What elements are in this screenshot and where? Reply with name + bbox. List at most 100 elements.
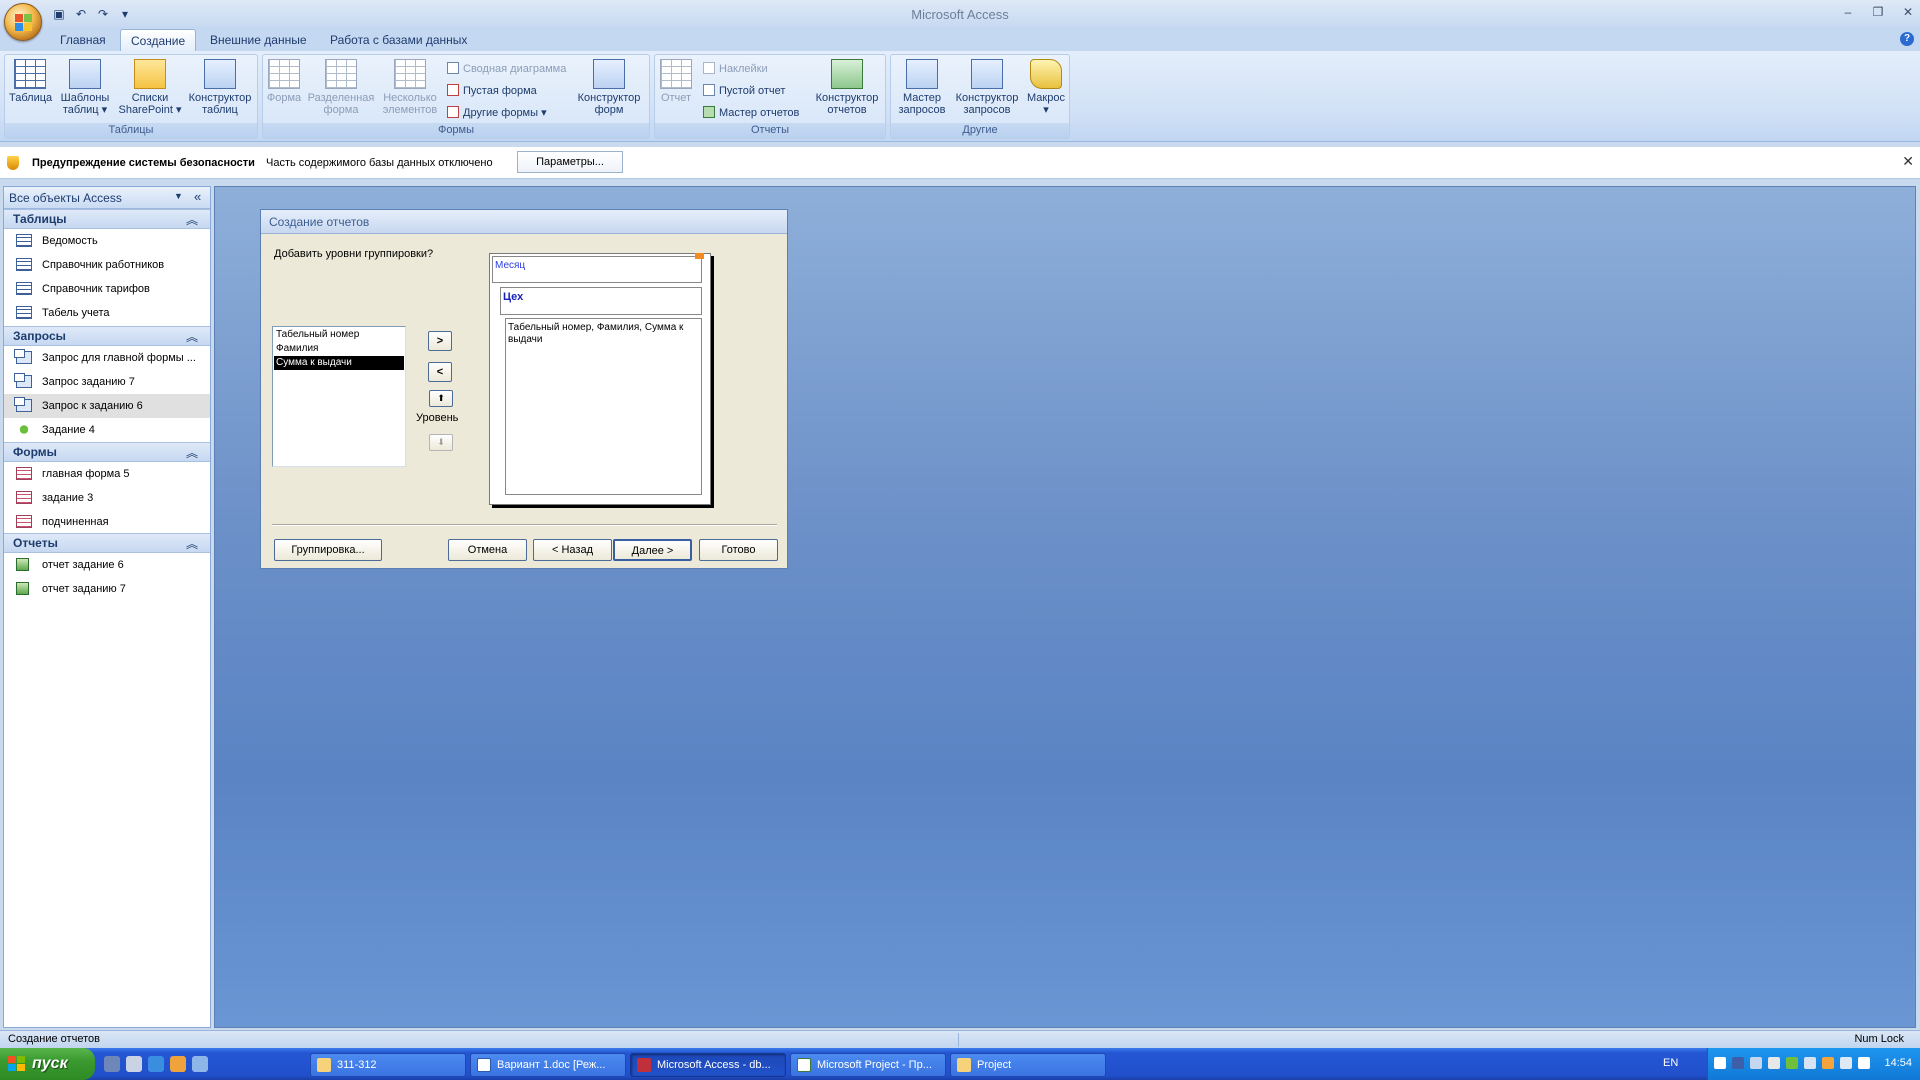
- list-item[interactable]: Табельный номер: [274, 328, 404, 342]
- priority-down-button[interactable]: ⬇: [429, 434, 453, 451]
- fields-listbox[interactable]: Табельный номер Фамилия Сумма к выдачи: [272, 326, 406, 467]
- labels-button[interactable]: Наклейки: [703, 61, 768, 77]
- multiple-items-button[interactable]: Несколько элементов: [379, 59, 441, 116]
- tab-home[interactable]: Главная: [50, 29, 116, 51]
- office-logo-icon: [15, 14, 33, 32]
- list-item-selected[interactable]: Сумма к выдачи: [274, 356, 404, 370]
- add-level-button[interactable]: >: [428, 331, 452, 351]
- volume-icon[interactable]: [1840, 1057, 1852, 1069]
- nav-item-selected[interactable]: Запрос к заданию 6: [4, 394, 210, 418]
- close-icon[interactable]: ✕: [1902, 153, 1914, 170]
- system-tray: 14:54: [1707, 1048, 1920, 1080]
- form-icon: [16, 515, 32, 528]
- tray-app-icon[interactable]: [1822, 1057, 1834, 1069]
- taskbar-task-active[interactable]: Microsoft Access - db...: [630, 1053, 786, 1077]
- nav-item[interactable]: Запрос заданию 7: [4, 370, 210, 394]
- nav-category-forms[interactable]: Формы ︽: [4, 442, 210, 462]
- taskbar-task[interactable]: Вариант 1.doc [Реж...: [470, 1053, 626, 1077]
- tray-app-icon[interactable]: [1858, 1057, 1870, 1069]
- dropdown-arrow-icon[interactable]: ▼: [174, 191, 183, 201]
- grouping-options-button[interactable]: Группировка...: [274, 539, 382, 561]
- nav-item[interactable]: отчет задание 6: [4, 553, 210, 577]
- blank-report-button[interactable]: Пустой отчет: [703, 83, 785, 99]
- more-forms-button[interactable]: Другие формы ▾: [447, 105, 547, 121]
- minimize-icon[interactable]: –: [1840, 4, 1856, 20]
- nav-category-queries[interactable]: Запросы ︽: [4, 326, 210, 346]
- sharepoint-lists-button[interactable]: Списки SharePoint ▾: [117, 59, 183, 116]
- taskbar-task[interactable]: 311-312: [310, 1053, 466, 1077]
- nav-item[interactable]: главная форма 5: [4, 462, 210, 486]
- taskbar: пуск 311-312 Вариант 1.doc [Реж... Micro…: [0, 1048, 1920, 1080]
- tray-app-icon[interactable]: [1786, 1057, 1798, 1069]
- start-button[interactable]: пуск: [0, 1048, 95, 1080]
- blank-form-button[interactable]: Пустая форма: [447, 83, 537, 99]
- table-button[interactable]: Таблица: [9, 59, 52, 104]
- nav-category-tables[interactable]: Таблицы ︽: [4, 209, 210, 229]
- preview-group-level-2: Цех: [500, 287, 702, 315]
- btn-label: Списки: [131, 92, 169, 104]
- report-button[interactable]: Отчет: [659, 59, 693, 104]
- remove-level-button[interactable]: <: [428, 362, 452, 382]
- start-label: пуск: [32, 1055, 68, 1072]
- nav-item[interactable]: Задание 4: [4, 418, 210, 442]
- tray-app-icon[interactable]: [1714, 1057, 1726, 1069]
- priority-up-button[interactable]: ⬆: [429, 390, 453, 407]
- form-button[interactable]: Форма: [265, 59, 303, 104]
- nav-item[interactable]: Ведомость: [4, 229, 210, 253]
- split-form-button[interactable]: Разделенная форма: [307, 59, 375, 116]
- tray-app-icon[interactable]: [1750, 1057, 1762, 1069]
- group-tables: Таблица Шаблоны таблиц ▾ Списки SharePoi…: [4, 54, 258, 139]
- restore-icon[interactable]: ❐: [1870, 4, 1886, 20]
- report-design-button[interactable]: Конструктор отчетов: [811, 59, 883, 116]
- query-wizard-button[interactable]: Мастер запросов: [895, 59, 949, 116]
- tab-external-data[interactable]: Внешние данные: [200, 29, 317, 51]
- nav-category-reports[interactable]: Отчеты ︽: [4, 533, 210, 553]
- language-indicator[interactable]: EN: [1663, 1057, 1678, 1069]
- nav-item[interactable]: Справочник тарифов: [4, 277, 210, 301]
- query-design-button[interactable]: Конструктор запросов: [951, 59, 1023, 116]
- outlook-icon[interactable]: [104, 1056, 120, 1072]
- btn-label: Форма: [266, 92, 302, 104]
- tab-database-tools[interactable]: Работа с базами данных: [320, 29, 477, 51]
- report-wizard-button[interactable]: Мастер отчетов: [703, 105, 799, 121]
- media-player-icon[interactable]: [170, 1056, 186, 1072]
- tray-app-icon[interactable]: [1804, 1057, 1816, 1069]
- tab-create[interactable]: Создание: [120, 29, 197, 51]
- form-design-button[interactable]: Конструктор форм: [573, 59, 645, 116]
- desktop-icon[interactable]: [126, 1056, 142, 1072]
- query-design-icon: [971, 59, 1003, 89]
- internet-explorer-icon[interactable]: [148, 1056, 164, 1072]
- nav-item[interactable]: подчиненная: [4, 510, 210, 534]
- pivot-chart-button[interactable]: Сводная диаграмма: [447, 61, 566, 77]
- office-button[interactable]: [4, 3, 42, 41]
- back-button[interactable]: < Назад: [533, 539, 612, 561]
- table-design-button[interactable]: Конструктор таблиц: [185, 59, 255, 116]
- nav-item-label: подчиненная: [42, 516, 109, 528]
- table-templates-button[interactable]: Шаблоны таблиц ▾: [59, 59, 111, 116]
- list-item[interactable]: Фамилия: [274, 342, 404, 356]
- dialog-separator: [272, 524, 777, 526]
- dialog-title-bar[interactable]: Создание отчетов: [261, 210, 787, 234]
- help-icon[interactable]: ?: [1900, 32, 1914, 46]
- tray-app-icon[interactable]: [1732, 1057, 1744, 1069]
- collapse-pane-icon[interactable]: «: [194, 189, 201, 204]
- messenger-icon[interactable]: [192, 1056, 208, 1072]
- nav-item[interactable]: задание 3: [4, 486, 210, 510]
- btn-label: Конструктор: [955, 92, 1019, 104]
- taskbar-task[interactable]: Microsoft Project - Пр...: [790, 1053, 946, 1077]
- taskbar-task[interactable]: Project: [950, 1053, 1106, 1077]
- nav-item[interactable]: отчет заданию 7: [4, 577, 210, 601]
- nav-item[interactable]: Запрос для главной формы ...: [4, 346, 210, 370]
- nav-item[interactable]: Справочник работников: [4, 253, 210, 277]
- nav-item-label: Справочник тарифов: [42, 283, 150, 295]
- tray-app-icon[interactable]: [1768, 1057, 1780, 1069]
- finish-button[interactable]: Готово: [699, 539, 778, 561]
- nav-item[interactable]: Табель учета: [4, 301, 210, 325]
- task-label: Вариант 1.doc [Реж...: [497, 1059, 606, 1071]
- next-button[interactable]: Далее >: [613, 539, 692, 561]
- macro-button[interactable]: Макрос ▾: [1025, 59, 1067, 116]
- nav-pane-header[interactable]: Все объекты Access ▼ «: [4, 187, 210, 209]
- options-button[interactable]: Параметры...: [517, 151, 623, 173]
- close-icon[interactable]: ✕: [1900, 4, 1916, 20]
- cancel-button[interactable]: Отмена: [448, 539, 527, 561]
